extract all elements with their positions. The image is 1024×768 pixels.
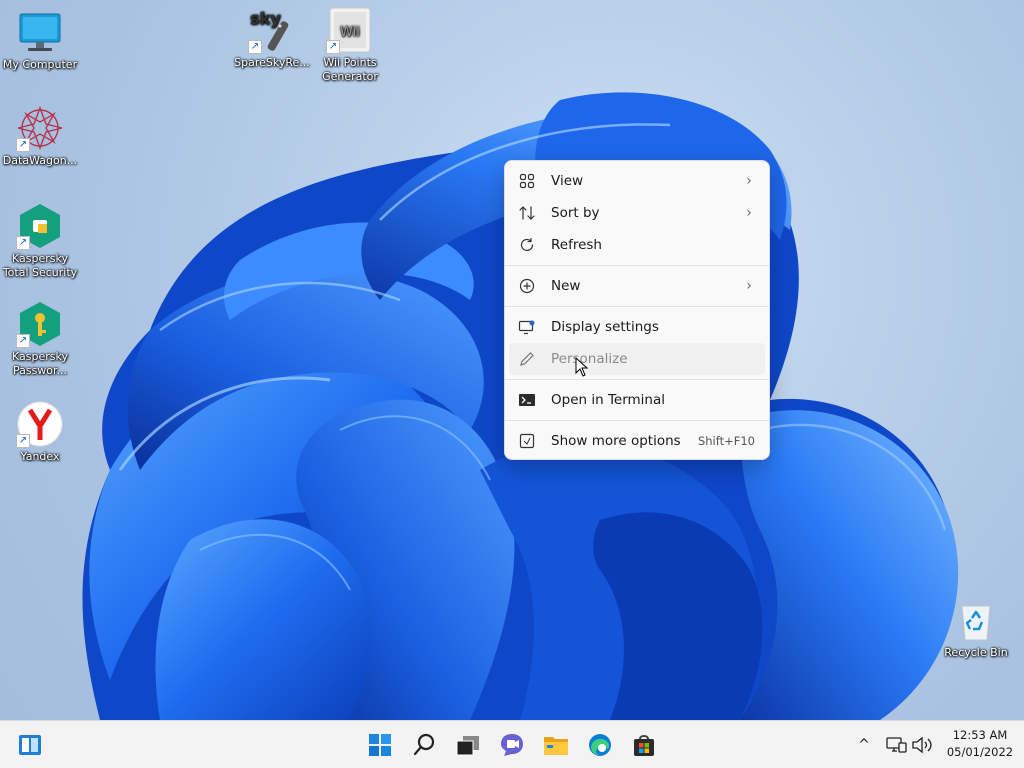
my-computer-icon[interactable]: My Computer [0, 8, 80, 72]
menu-item-sort-by[interactable]: Sort by › [509, 197, 765, 229]
icon-label: Wii Points [323, 56, 377, 69]
kaspersky-shield-icon: ↗ [16, 202, 64, 250]
shortcut-arrow-icon: ↗ [326, 40, 340, 54]
desktop-context-menu: View › Sort by › Refresh New › Display s… [504, 160, 770, 460]
menu-item-refresh[interactable]: Refresh [509, 229, 765, 261]
recycle-bin-icon[interactable]: Recycle Bin [936, 596, 1016, 660]
shortcut-arrow-icon: ↗ [248, 40, 262, 54]
icon-label: DataWagon... [2, 154, 78, 167]
sky-remote-icon: sky ↗ [248, 6, 296, 54]
menu-item-personalize[interactable]: Personalize [509, 343, 765, 377]
shortcut-arrow-icon: ↗ [16, 236, 30, 250]
icon-label: Kaspersky [12, 350, 68, 363]
menu-item-label: View [551, 173, 584, 189]
network-icon[interactable] [884, 729, 910, 761]
task-view-icon[interactable] [452, 729, 484, 761]
menu-item-new[interactable]: New › [509, 270, 765, 302]
sort-icon [517, 203, 537, 223]
chevron-right-icon: › [746, 205, 752, 221]
kaspersky-total-security-icon[interactable]: ↗ Kaspersky Total Security [0, 202, 80, 280]
menu-item-open-terminal[interactable]: Open in Terminal [509, 384, 765, 416]
store-icon[interactable] [628, 729, 660, 761]
sparesky-icon[interactable]: sky ↗ SpareSkyRe... [232, 6, 312, 70]
shortcut-hint: Shift+F10 [697, 434, 755, 448]
file-explorer-icon[interactable] [540, 729, 572, 761]
chevron-right-icon: › [746, 173, 752, 189]
search-icon[interactable] [408, 729, 440, 761]
grid-icon [517, 171, 537, 191]
menu-item-label: Refresh [551, 237, 602, 253]
menu-separator [505, 265, 769, 266]
clock-time[interactable]: 12:53 AM [940, 728, 1020, 742]
monitor-icon [16, 8, 64, 56]
menu-item-view[interactable]: View › [509, 165, 765, 197]
icon-label: SpareSkyRe... [234, 56, 310, 69]
menu-item-show-more-options[interactable]: Show more options Shift+F10 [509, 425, 765, 457]
wii-icon: Wii ↗ [326, 6, 374, 54]
clock-date[interactable]: 05/01/2022 [940, 745, 1020, 759]
menu-item-label: Open in Terminal [551, 392, 665, 408]
icon-label-line2: Generator [322, 70, 378, 83]
menu-separator [505, 420, 769, 421]
menu-item-label: Display settings [551, 319, 659, 335]
icon-label-line2: Total Security [2, 266, 78, 279]
volume-icon[interactable] [910, 729, 934, 761]
kaspersky-key-icon: ↗ [16, 300, 64, 348]
yandex-logo-icon: ↗ [16, 400, 64, 448]
menu-item-display-settings[interactable]: Display settings [509, 311, 765, 343]
icon-label-line2: Passwor... [12, 364, 68, 377]
tray-overflow-chevron-icon[interactable]: ^ [852, 729, 876, 761]
start-icon[interactable] [364, 729, 396, 761]
recycle-bin-glyph-icon [952, 596, 1000, 644]
chat-icon[interactable] [496, 729, 528, 761]
widgets-icon[interactable] [14, 729, 46, 761]
pencil-icon [517, 349, 537, 369]
datawagon-star-icon: ↗ [16, 104, 64, 152]
mouse-cursor-icon [575, 357, 589, 377]
shortcut-arrow-icon: ↗ [16, 434, 30, 448]
display-settings-icon [517, 317, 537, 337]
menu-item-label: Show more options [551, 433, 681, 449]
menu-separator [505, 306, 769, 307]
svg-text:sky: sky [250, 9, 281, 28]
wii-points-icon[interactable]: Wii ↗ Wii Points Generator [310, 6, 390, 84]
menu-separator [505, 379, 769, 380]
menu-item-label: Sort by [551, 205, 600, 221]
shortcut-arrow-icon: ↗ [16, 334, 30, 348]
icon-label: Recycle Bin [944, 646, 1008, 659]
refresh-icon [517, 235, 537, 255]
plus-circle-icon [517, 276, 537, 296]
menu-item-label: New [551, 278, 581, 294]
chevron-right-icon: › [746, 278, 752, 294]
yandex-icon[interactable]: ↗ Yandex [0, 400, 80, 464]
icon-label: Yandex [20, 450, 60, 463]
terminal-icon [517, 390, 537, 410]
kaspersky-password-icon[interactable]: ↗ Kaspersky Passwor... [0, 300, 80, 378]
svg-text:Wii: Wii [340, 25, 360, 40]
shortcut-arrow-icon: ↗ [16, 138, 30, 152]
icon-label: Kaspersky [12, 252, 68, 265]
icon-label: My Computer [2, 58, 78, 71]
edge-icon[interactable] [584, 729, 616, 761]
datawagon-icon[interactable]: ↗ DataWagon... [0, 104, 80, 168]
more-options-icon [517, 431, 537, 451]
taskbar: ^ 12:53 AM 05/01/2022 [0, 720, 1024, 768]
